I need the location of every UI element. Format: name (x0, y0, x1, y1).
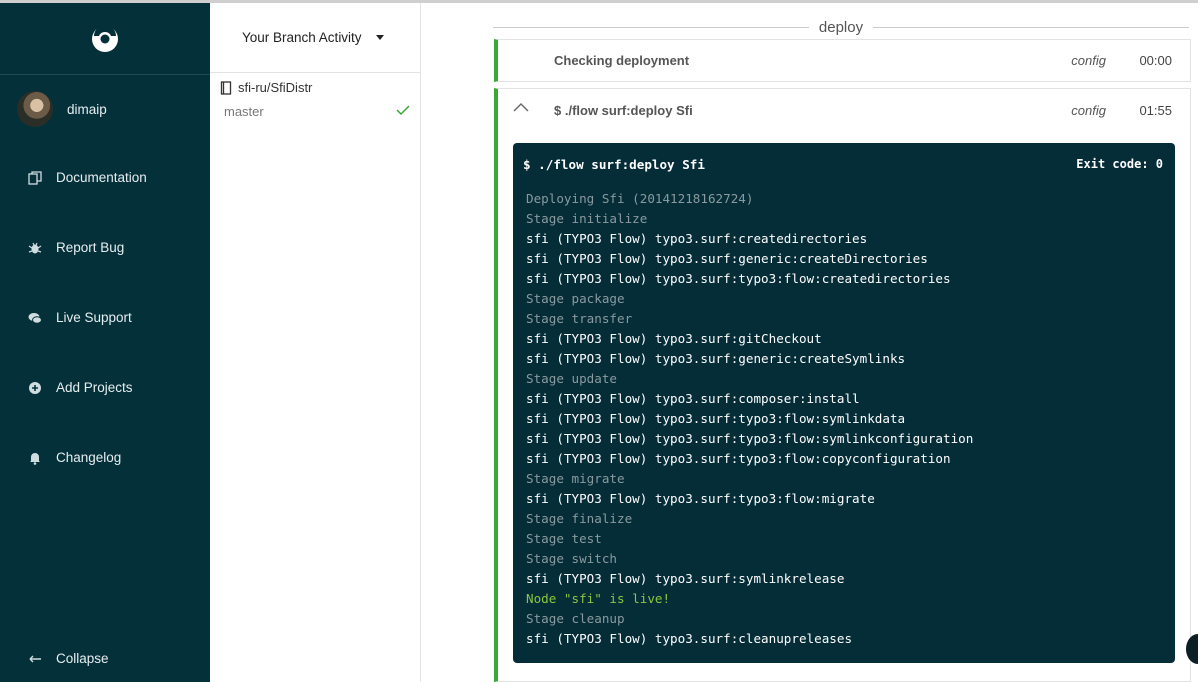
sidebar: dimaip Documentation Report Bug Live Sup… (0, 3, 210, 682)
chat-icon (28, 312, 42, 324)
terminal-line: Deploying Sfi (20141218162724) (526, 191, 754, 206)
terminal-line: sfi (TYPO3 Flow) typo3.surf:typo3:flow:c… (526, 451, 951, 466)
nav-label: Documentation (56, 170, 147, 185)
terminal-line: Stage initialize (526, 211, 648, 226)
step-flow-deploy: $ ./flow surf:deploy Sfi config 01:55 $ … (494, 88, 1191, 682)
terminal-line: Stage update (526, 371, 617, 386)
nav-changelog[interactable]: Changelog (28, 450, 121, 465)
terminal-output[interactable]: $ ./flow surf:deploy Sfi Exit code: 0 De… (513, 143, 1175, 663)
repo-name: sfi-ru/SfiDistr (238, 80, 313, 95)
step-duration: 01:55 (1139, 102, 1172, 118)
repo-link[interactable]: sfi-ru/SfiDistr (220, 80, 312, 95)
terminal-line: sfi (TYPO3 Flow) typo3.surf:typo3:flow:s… (526, 431, 974, 446)
section-label: deploy (818, 19, 864, 36)
step-title: Checking deployment (554, 52, 690, 68)
collapse-label: Collapse (56, 651, 109, 666)
nav-label: Add Projects (56, 380, 133, 395)
terminal-line: Stage transfer (526, 311, 633, 326)
bell-icon (30, 452, 40, 465)
nav-label: Live Support (56, 310, 132, 325)
deploy-section-header: deploy (493, 19, 1190, 36)
plus-circle-icon (29, 381, 41, 394)
username: dimaip (67, 101, 107, 117)
nav-label: Changelog (56, 450, 122, 465)
terminal-line: Stage cleanup (526, 611, 625, 626)
nav-add-projects[interactable]: Add Projects (28, 380, 133, 395)
nav-documentation[interactable]: Documentation (28, 170, 147, 185)
terminal-line: sfi (TYPO3 Flow) typo3.surf:typo3:flow:c… (526, 271, 951, 286)
avatar (17, 91, 53, 127)
collapse-button[interactable]: Collapse (28, 651, 109, 666)
terminal-line: sfi (TYPO3 Flow) typo3.surf:gitCheckout (526, 331, 822, 346)
docs-icon (28, 170, 42, 185)
caret-down-icon (375, 35, 384, 40)
terminal-command: $ ./flow surf:deploy Sfi (523, 157, 705, 172)
terminal-line: Stage migrate (526, 471, 625, 486)
bug-icon (28, 242, 42, 253)
terminal-line: Stage switch (526, 551, 617, 566)
arrow-left-icon (29, 655, 41, 662)
terminal-lines: Deploying Sfi (20141218162724) Stage init… (526, 189, 973, 649)
chevron-up-icon[interactable] (513, 102, 529, 112)
repo-icon (220, 80, 232, 95)
exit-code: Exit code: 0 (1076, 157, 1163, 171)
terminal-line: sfi (TYPO3 Flow) typo3.surf:cleanuprelea… (526, 631, 853, 646)
terminal-line: sfi (TYPO3 Flow) typo3.surf:typo3:flow:s… (526, 411, 906, 426)
terminal-line: sfi (TYPO3 Flow) typo3.surf:generic:crea… (526, 351, 906, 366)
terminal-line: Node "sfi" is live! (526, 591, 671, 606)
circleci-logo-icon (92, 24, 118, 52)
terminal-line: Stage package (526, 291, 625, 306)
nav-live-support[interactable]: Live Support (28, 310, 132, 325)
build-output: deploy Checking deployment config 00:00 … (421, 3, 1198, 682)
terminal-line: sfi (TYPO3 Flow) typo3.surf:generic:crea… (526, 251, 928, 266)
step-config-label[interactable]: config (1071, 53, 1106, 68)
branch-activity-title: Your Branch Activity (242, 30, 362, 45)
branch-item-master[interactable]: master (224, 104, 410, 119)
step-duration: 00:00 (1139, 52, 1172, 68)
terminal-line: sfi (TYPO3 Flow) typo3.surf:composer:ins… (526, 391, 860, 406)
user-profile[interactable]: dimaip (17, 91, 107, 127)
terminal-line: sfi (TYPO3 Flow) typo3.surf:symlinkrelea… (526, 571, 845, 586)
branch-name: master (224, 104, 264, 119)
circleci-logo[interactable] (0, 3, 210, 75)
nav-report-bug[interactable]: Report Bug (28, 240, 124, 255)
terminal-line: sfi (TYPO3 Flow) typo3.surf:typo3:flow:m… (526, 491, 875, 506)
step-config-label[interactable]: config (1071, 103, 1106, 118)
step-header[interactable]: $ ./flow surf:deploy Sfi config 01:55 (498, 89, 1190, 131)
nav-label: Report Bug (56, 240, 125, 255)
terminal-line: Stage test (526, 531, 602, 546)
step-checking-deployment[interactable]: Checking deployment config 00:00 (494, 39, 1191, 82)
step-title: $ ./flow surf:deploy Sfi (554, 102, 693, 118)
check-icon (396, 105, 410, 116)
branch-activity-dropdown[interactable]: Your Branch Activity (210, 3, 420, 73)
terminal-line: sfi (TYPO3 Flow) typo3.surf:createdirect… (526, 231, 868, 246)
terminal-line: Stage finalize (526, 511, 633, 526)
branch-activity-panel: Your Branch Activity sfi-ru/SfiDistr mas… (210, 3, 421, 682)
